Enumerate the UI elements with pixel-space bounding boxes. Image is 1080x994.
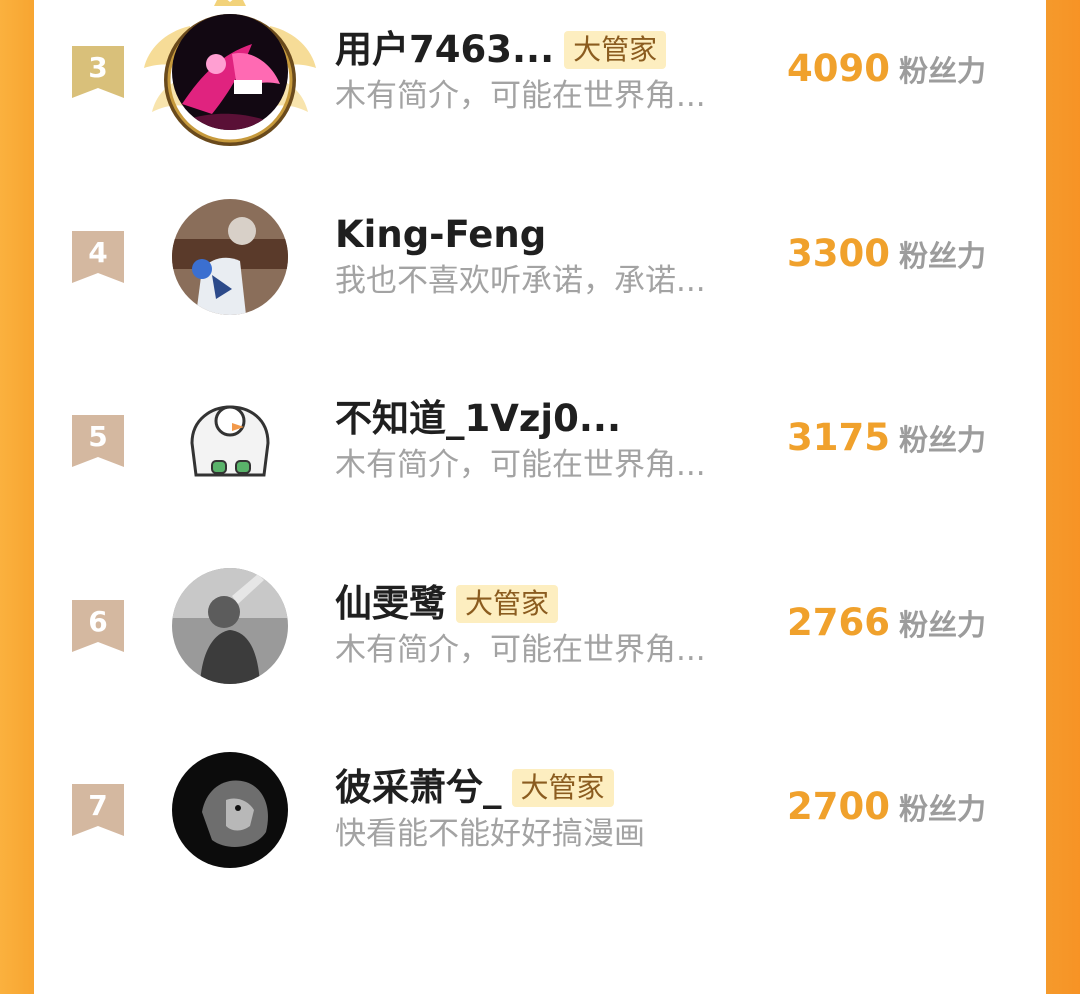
user-name[interactable]: 用户7463...: [335, 29, 554, 71]
user-name[interactable]: 仙雯鹭: [335, 583, 446, 625]
user-name[interactable]: 不知道_1Vzj0...: [335, 398, 621, 440]
user-intro: 木有简介，可能在世界角...: [335, 447, 706, 483]
user-intro: 我也不喜欢听承诺，承诺...: [335, 263, 706, 299]
rank-ribbon: 4: [72, 231, 124, 283]
user-name-line: 用户7463... 大管家: [335, 29, 667, 71]
score-value: 2700: [787, 785, 890, 828]
user-name-line: 不知道_1Vzj0...: [335, 398, 621, 440]
rank-number: 7: [88, 789, 108, 822]
user-intro: 木有简介，可能在世界角...: [335, 632, 706, 668]
fan-score: 3175 粉丝力: [787, 416, 986, 459]
steward-badge: 大管家: [564, 31, 667, 69]
avatar[interactable]: [172, 752, 288, 868]
fan-ranking-panel: 3 用户7463... 大管家 木有简介，可能在世界角... 4090 粉丝力 …: [34, 0, 1046, 868]
duck-cartoon-avatar-icon: [172, 383, 288, 499]
score-value: 2766: [787, 601, 890, 644]
rank-number: 6: [88, 605, 108, 638]
steward-badge: 大管家: [511, 769, 614, 807]
score-unit: 粉丝力: [898, 607, 986, 642]
score-value: 3175: [787, 416, 890, 459]
score-unit: 粉丝力: [898, 53, 986, 88]
score-value: 3300: [787, 232, 890, 275]
grayscale-person-avatar-icon: [172, 568, 288, 684]
rank-ribbon: 6: [72, 600, 124, 652]
fan-score: 4090 粉丝力: [787, 47, 986, 90]
rank-ribbon: 3: [72, 46, 124, 98]
avatar[interactable]: [172, 199, 288, 315]
fan-score: 2766 粉丝力: [787, 601, 986, 644]
person-photo-avatar-icon: [172, 199, 288, 315]
avatar[interactable]: [172, 383, 288, 499]
user-name-line: 仙雯鹭 大管家: [335, 583, 559, 625]
avatar[interactable]: [172, 568, 288, 684]
user-name-line: King-Feng: [335, 214, 546, 256]
ranking-row[interactable]: 7 彼采萧兮_ 大管家 快看能不能好好搞漫画 2700 粉丝力: [34, 752, 1046, 994]
fan-score: 2700 粉丝力: [787, 785, 986, 828]
dark-pink-character-avatar-icon: [172, 14, 288, 130]
rank-number: 3: [88, 51, 108, 84]
rank-number: 5: [88, 420, 108, 453]
score-unit: 粉丝力: [898, 238, 986, 273]
score-value: 4090: [787, 47, 890, 90]
lion-avatar-icon: [172, 752, 288, 868]
rank-number: 4: [88, 236, 108, 269]
user-intro: 快看能不能好好搞漫画: [335, 816, 645, 852]
user-name-line: 彼采萧兮_ 大管家: [335, 767, 614, 809]
score-unit: 粉丝力: [898, 791, 986, 826]
steward-badge: 大管家: [456, 585, 559, 623]
user-name[interactable]: 彼采萧兮_: [335, 767, 502, 809]
fan-score: 3300 粉丝力: [787, 232, 986, 275]
rank-ribbon: 5: [72, 415, 124, 467]
avatar[interactable]: [172, 14, 288, 130]
score-unit: 粉丝力: [898, 422, 986, 457]
user-name[interactable]: King-Feng: [335, 214, 546, 256]
user-intro: 木有简介，可能在世界角...: [335, 78, 706, 114]
rank-ribbon: 7: [72, 784, 124, 836]
